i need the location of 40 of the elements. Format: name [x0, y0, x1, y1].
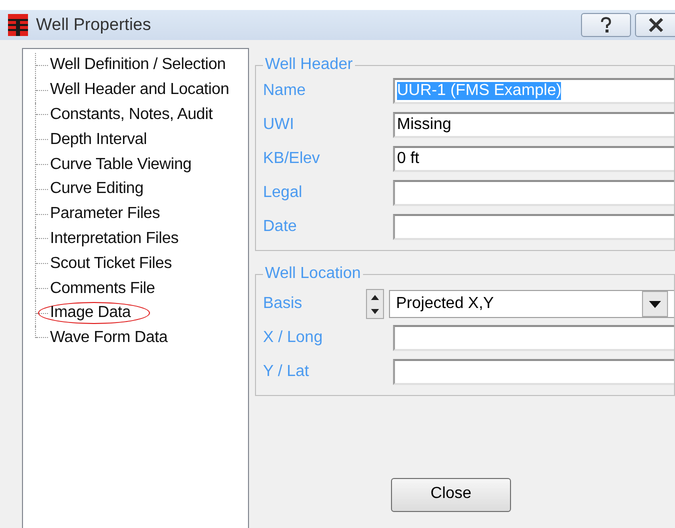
field-label: Name — [263, 82, 307, 100]
down-arrow-icon — [371, 308, 379, 314]
input-field[interactable]: 0 ft — [393, 146, 674, 172]
spinner-control[interactable] — [366, 289, 384, 319]
tree-item[interactable]: Comments File — [50, 280, 155, 298]
field-label: Legal — [263, 184, 304, 202]
close-button[interactable]: Close — [391, 478, 511, 512]
input-field[interactable] — [393, 359, 674, 385]
tree-item[interactable]: Interpretation Files — [50, 230, 179, 248]
group-title: Well Header — [264, 56, 354, 74]
field-label: Date — [263, 218, 298, 236]
tree-item[interactable]: Curve Table Viewing — [50, 156, 192, 174]
field-label: Y / Lat — [263, 363, 310, 381]
help-button[interactable] — [581, 13, 631, 37]
dropdown-arrow-icon — [649, 300, 661, 308]
input-field[interactable] — [393, 325, 674, 351]
tree-item[interactable]: Well Header and Location — [50, 81, 230, 100]
input-field[interactable] — [393, 180, 674, 206]
tree-item[interactable]: Depth Interval — [50, 130, 147, 149]
input-field[interactable]: Missing — [393, 112, 674, 138]
up-arrow-icon — [371, 294, 379, 300]
field-label: UWI — [263, 116, 296, 134]
tree-item[interactable]: Image Data — [38, 302, 150, 324]
tree-item[interactable]: Well Definition / Selection — [50, 56, 226, 74]
tree-item[interactable]: Constants, Notes, Audit — [50, 106, 213, 124]
close-window-button[interactable] — [635, 13, 675, 37]
dropdown-field[interactable]: Projected X,Y — [389, 290, 674, 318]
tree-item[interactable]: Scout Ticket Files — [50, 254, 172, 273]
window-title: Well Properties — [36, 15, 151, 35]
field-label: X / Long — [263, 329, 324, 347]
group-title: Well Location — [264, 265, 362, 283]
help-icon — [599, 17, 613, 33]
tree-item[interactable]: Parameter Files — [50, 205, 160, 224]
tree-item[interactable]: Wave Form Data — [50, 329, 168, 348]
field-label: KB/Elev — [263, 150, 321, 168]
app-logo-icon — [8, 14, 28, 36]
field-label: Basis — [263, 295, 304, 313]
close-icon — [648, 18, 664, 32]
input-field[interactable] — [393, 214, 674, 240]
tree-item[interactable]: Curve Editing — [50, 180, 144, 198]
